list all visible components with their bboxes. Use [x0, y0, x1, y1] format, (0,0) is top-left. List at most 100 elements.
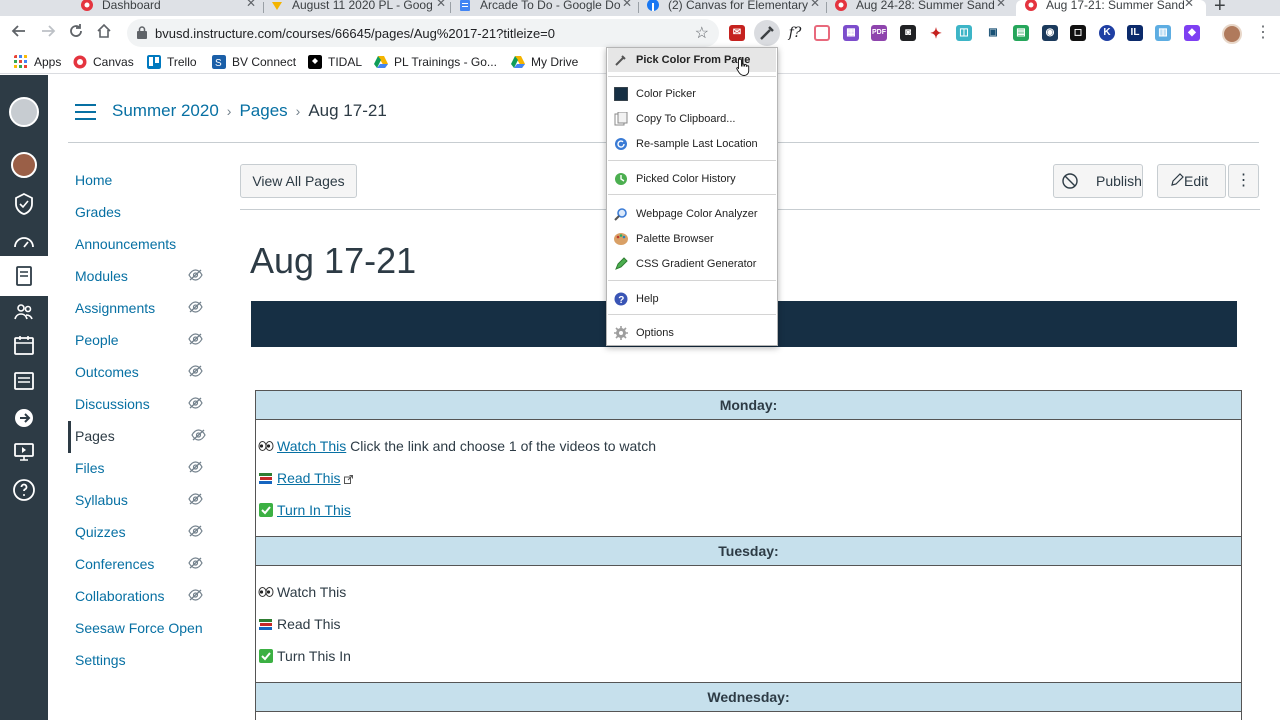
view-all-pages-button[interactable]: View All Pages: [240, 164, 357, 198]
account-avatar[interactable]: [11, 152, 37, 178]
close-icon[interactable]: ✕: [1184, 0, 1194, 10]
dashboard-gauge-icon: [14, 237, 34, 248]
sidebar-item-conferences[interactable]: Conferences: [68, 549, 218, 581]
gnav-studio[interactable]: [0, 432, 48, 472]
sidebar-item-files[interactable]: Files: [68, 453, 218, 485]
publish-label: Publish: [1096, 173, 1142, 189]
extension-k-icon[interactable]: K: [1099, 25, 1115, 41]
hamburger-line: [75, 104, 96, 106]
courses-book-icon: [16, 266, 32, 286]
menu-item-gradient-generator[interactable]: CSS Gradient Generator: [608, 252, 776, 276]
read-this-link[interactable]: Read This: [277, 470, 341, 486]
equation-extension-icon[interactable]: f?: [786, 25, 804, 41]
menu-item-color-picker[interactable]: Color Picker: [608, 82, 776, 106]
screen: Dashboard ✕ August 11 2020 PL - Goog ✕ A…: [0, 0, 1280, 720]
extension-mail-icon[interactable]: ✉: [729, 25, 745, 41]
menu-item-options[interactable]: Options: [608, 321, 776, 345]
sidebar-item-collaborations[interactable]: Collaborations: [68, 581, 218, 613]
close-icon[interactable]: ✕: [436, 0, 446, 10]
breadcrumb-course[interactable]: Summer 2020: [112, 101, 219, 120]
breadcrumb: Summer 2020 › Pages › Aug 17-21: [112, 101, 387, 121]
extension-screenshot-icon[interactable]: ◫: [956, 25, 972, 41]
publish-button[interactable]: Publish: [1053, 164, 1143, 198]
breadcrumb-separator: ›: [295, 103, 301, 119]
sidebar-item-outcomes[interactable]: Outcomes: [68, 357, 218, 389]
tab-label: Arcade To Do - Google Do: [480, 0, 621, 12]
breadcrumb-pages[interactable]: Pages: [239, 101, 287, 120]
gnav-help[interactable]: [0, 470, 48, 510]
tab-august-pl[interactable]: August 11 2020 PL - Goog ✕: [270, 0, 450, 16]
menu-item-copy-clipboard[interactable]: Copy To Clipboard...: [608, 107, 776, 131]
sidebar-item-syllabus[interactable]: Syllabus: [68, 485, 218, 517]
extension-lightblue-icon[interactable]: ▥: [1155, 25, 1171, 41]
sidebar-item-label: People: [75, 332, 119, 348]
sidebar-item-assignments[interactable]: Assignments: [68, 293, 218, 325]
sidebar-item-seesaw-force-open[interactable]: Seesaw Force Open: [68, 613, 218, 645]
sidebar-item-home[interactable]: Home: [68, 165, 218, 197]
close-icon[interactable]: ✕: [622, 0, 632, 10]
profile-avatar[interactable]: [1222, 24, 1242, 44]
tab-arcade-todo[interactable]: Arcade To Do - Google Do ✕: [458, 0, 638, 16]
school-logo[interactable]: [9, 97, 39, 127]
shield-icon: [15, 192, 33, 215]
sidebar-item-announcements[interactable]: Announcements: [68, 229, 218, 261]
tab-dashboard[interactable]: Dashboard ✕: [80, 0, 262, 16]
extension-blue-icon[interactable]: ▣: [985, 25, 1001, 41]
sidebar-item-modules[interactable]: Modules: [68, 261, 218, 293]
sidebar-item-pages[interactable]: Pages: [68, 421, 218, 453]
calendar-icon: [14, 336, 34, 355]
extension-black-icon[interactable]: ◻: [1070, 25, 1086, 41]
close-icon[interactable]: ✕: [996, 0, 1006, 10]
close-icon[interactable]: ✕: [810, 0, 820, 10]
course-menu-toggle[interactable]: [75, 104, 96, 120]
tab-aug-24-28[interactable]: Aug 24-28: Summer Sand ✕: [834, 0, 1014, 16]
close-icon[interactable]: ✕: [246, 0, 256, 10]
menu-item-palette-browser[interactable]: Palette Browser: [608, 227, 776, 251]
refresh-icon: [615, 138, 627, 150]
extension-pdf-icon[interactable]: PDF: [871, 25, 887, 41]
sidebar-item-label: Assignments: [75, 300, 156, 316]
extension-purple-icon[interactable]: ▦: [843, 25, 859, 41]
home-button[interactable]: [94, 23, 114, 43]
extension-violet-icon[interactable]: ◆: [1184, 25, 1200, 41]
forward-button[interactable]: [38, 23, 58, 43]
tab-aug-17-21-active[interactable]: Aug 17-21: Summer Sand ✕: [1016, 0, 1206, 16]
menu-item-color-history[interactable]: Picked Color History: [608, 167, 776, 191]
sidebar-item-settings[interactable]: Settings: [68, 645, 218, 677]
check-mark-emoji-icon: [258, 501, 274, 517]
sidebar-item-grades[interactable]: Grades: [68, 197, 218, 229]
menu-item-resample[interactable]: Re-sample Last Location: [608, 132, 776, 156]
menu-item-help[interactable]: ? Help: [608, 287, 776, 311]
bookmark-star-icon[interactable]: ☆: [695, 23, 709, 43]
more-options-button[interactable]: ⋮: [1228, 164, 1259, 198]
menu-item-webpage-analyzer[interactable]: Webpage Color Analyzer: [608, 202, 776, 226]
back-button[interactable]: [9, 23, 29, 43]
sidebar-item-quizzes[interactable]: Quizzes: [68, 517, 218, 549]
task-read: Read This: [258, 467, 353, 489]
reload-button[interactable]: [66, 23, 86, 43]
gradient-pencil-icon: [615, 257, 628, 270]
gnav-calendar[interactable]: [0, 325, 48, 365]
tab-divider: [450, 2, 451, 13]
extension-green-icon[interactable]: ▤: [1013, 25, 1029, 41]
extension-screencastify-icon[interactable]: [814, 25, 830, 41]
colorzilla-extension-button[interactable]: [754, 20, 780, 46]
chrome-menu-button[interactable]: ⋮: [1255, 22, 1271, 42]
tab-canvas-elementary[interactable]: (2) Canvas for Elementary ✕: [646, 0, 826, 16]
gnav-inbox[interactable]: [0, 361, 48, 401]
menu-item-pick-color[interactable]: Pick Color From Page: [608, 48, 776, 72]
gnav-courses[interactable]: [0, 256, 48, 296]
sidebar-item-people[interactable]: People: [68, 325, 218, 357]
address-bar[interactable]: bvusd.instructure.com/courses/66645/page…: [127, 19, 719, 47]
extension-il-icon[interactable]: IL: [1127, 25, 1143, 41]
watch-this-link[interactable]: Watch This: [277, 438, 346, 454]
hamburger-line: [75, 118, 96, 120]
edit-button[interactable]: Edit: [1157, 164, 1226, 198]
eyes-emoji-icon: [258, 583, 274, 597]
turn-in-link[interactable]: Turn In This: [277, 502, 351, 518]
gnav-admin[interactable]: [0, 184, 48, 224]
extension-red-icon[interactable]: ✦: [928, 25, 944, 41]
extension-navy-icon[interactable]: ◉: [1042, 25, 1058, 41]
sidebar-item-discussions[interactable]: Discussions: [68, 389, 218, 421]
extension-vr-icon[interactable]: ◙: [900, 25, 916, 41]
